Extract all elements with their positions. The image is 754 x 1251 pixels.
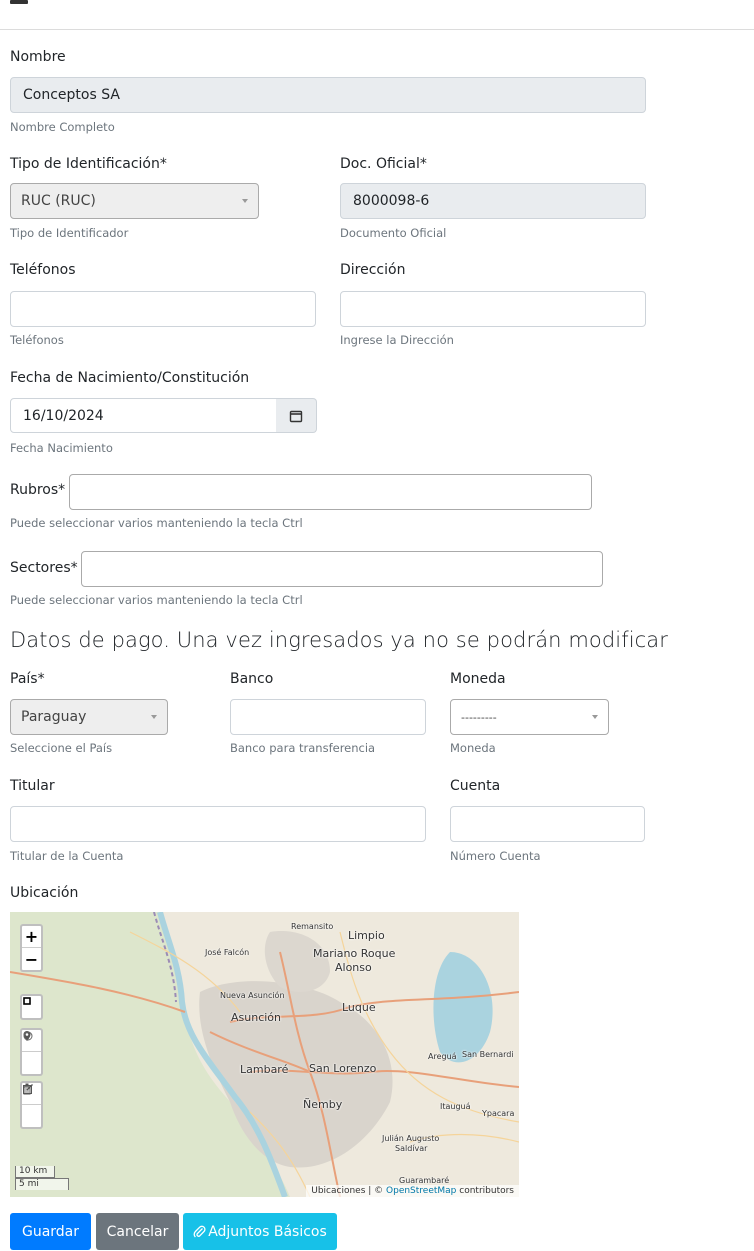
moneda-label: Moneda: [450, 671, 506, 687]
cuenta-input[interactable]: [450, 806, 645, 842]
banco-input[interactable]: [230, 699, 426, 735]
map-place-jose-falcon: José Falcón: [205, 948, 250, 957]
map-place-lambare: Lambaré: [240, 1063, 289, 1076]
pais-help: Seleccione el País: [10, 741, 113, 755]
cancelar-button[interactable]: Cancelar: [96, 1213, 179, 1250]
trash-icon: [23, 1083, 31, 1095]
banco-label: Banco: [230, 671, 274, 687]
chevron-down-icon: [242, 199, 248, 203]
telefonos-label: Teléfonos: [10, 262, 76, 278]
draw-shape-control: [20, 1028, 43, 1076]
map-place-julian: Julián Augusto: [382, 1134, 440, 1143]
tipo-id-value: RUC (RUC): [21, 193, 96, 209]
delete-layers-button[interactable]: [22, 1083, 41, 1127]
map-place-guarambare: Guarambaré: [399, 1176, 450, 1185]
doc-oficial-help: Documento Oficial: [340, 226, 447, 240]
sectores-label: Sectores*: [10, 560, 78, 576]
fecha-value: 16/10/2024: [23, 407, 104, 424]
banco-help: Banco para transferencia: [230, 741, 376, 755]
attribution-suffix: contributors: [456, 1186, 514, 1196]
map-place-san-lorenzo: San Lorenzo: [309, 1062, 377, 1075]
map-place-itaugua: Itauguá: [440, 1102, 471, 1111]
zoom-out-button[interactable]: −: [22, 948, 41, 970]
map-place-limpio: Limpio: [348, 929, 385, 942]
titular-help: Titular de la Cuenta: [10, 849, 124, 863]
pais-select[interactable]: Paraguay: [10, 699, 168, 735]
map-place-ypacarai: Ypacara: [482, 1109, 515, 1118]
telefonos-help: Teléfonos: [10, 333, 64, 347]
tipo-id-label: Tipo de Identificación*: [10, 156, 167, 172]
location-map[interactable]: Remansito Limpio José Falcón Mariano Roq…: [10, 912, 519, 1197]
rectangle-icon: [23, 997, 31, 1005]
rubros-help: Puede seleccionar varios manteniendo la …: [10, 516, 303, 530]
doc-oficial-value: 8000098-6: [353, 193, 430, 209]
sectores-help: Puede seleccionar varios manteniendo la …: [10, 593, 303, 607]
moneda-value: ---------: [461, 710, 497, 724]
telefonos-input[interactable]: [10, 291, 316, 327]
map-place-nemby: Ñemby: [303, 1098, 343, 1111]
direccion-input[interactable]: [340, 291, 646, 327]
adjuntos-label: Adjuntos Básicos: [208, 1223, 327, 1240]
map-place-alonso: Alonso: [335, 961, 372, 974]
edit-control: [20, 1081, 43, 1129]
map-place-mariano: Mariano Roque: [313, 947, 396, 960]
fecha-input[interactable]: 16/10/2024: [10, 398, 277, 433]
top-navbar: [0, 0, 754, 30]
attribution-prefix: Ubicaciones | ©: [311, 1186, 387, 1196]
zoom-in-button[interactable]: +: [22, 926, 41, 948]
nombre-input[interactable]: Conceptos SA: [10, 77, 646, 113]
chevron-down-icon: [151, 715, 157, 719]
tipo-id-select[interactable]: RUC (RUC): [10, 183, 259, 219]
pais-value: Paraguay: [21, 709, 87, 725]
map-place-luque: Luque: [342, 1001, 376, 1014]
direccion-help: Ingrese la Dirección: [340, 333, 454, 347]
circle-icon: [23, 1031, 33, 1041]
map-place-aregua: Areguá: [428, 1052, 457, 1061]
pais-label: País*: [10, 671, 45, 687]
calendar-button[interactable]: [276, 398, 317, 433]
payment-section-title: Datos de pago. Una vez ingresados ya no …: [10, 628, 668, 652]
map-place-san-bernardino: San Bernardi: [462, 1050, 514, 1059]
draw-circle-button[interactable]: [22, 1031, 41, 1074]
scale-km: 10 km: [15, 1166, 55, 1178]
nombre-help: Nombre Completo: [10, 120, 115, 134]
draw-rectangle-control: [20, 994, 43, 1020]
guardar-button[interactable]: Guardar: [10, 1213, 91, 1250]
nombre-value: Conceptos SA: [23, 87, 120, 103]
map-place-saldivar: Saldívar: [395, 1144, 428, 1153]
direccion-label: Dirección: [340, 262, 406, 278]
menu-icon[interactable]: [10, 0, 28, 4]
tipo-id-help: Tipo de Identificador: [10, 226, 129, 240]
calendar-icon: [289, 410, 303, 422]
adjuntos-button[interactable]: Adjuntos Básicos: [183, 1213, 337, 1250]
doc-oficial-label: Doc. Oficial*: [340, 156, 427, 172]
cuenta-help: Número Cuenta: [450, 849, 541, 863]
doc-oficial-input[interactable]: 8000098-6: [340, 183, 646, 219]
map-place-nueva-asuncion: Nueva Asunción: [220, 991, 285, 1000]
fecha-label: Fecha de Nacimiento/Constitución: [10, 370, 250, 386]
fecha-help: Fecha Nacimiento: [10, 441, 113, 455]
ubicacion-label: Ubicación: [10, 885, 79, 901]
titular-input[interactable]: [10, 806, 426, 842]
moneda-help: Moneda: [450, 741, 496, 755]
rubros-label: Rubros*: [10, 482, 66, 498]
chevron-down-icon: [592, 715, 598, 719]
map-place-asuncion: Asunción: [231, 1011, 282, 1024]
titular-label: Titular: [10, 778, 55, 794]
zoom-control: + −: [20, 924, 43, 972]
nombre-label: Nombre: [10, 49, 66, 65]
scale-mi: 5 mi: [15, 1178, 69, 1190]
paperclip-icon: [193, 1225, 206, 1238]
draw-rectangle-button[interactable]: [22, 996, 41, 1018]
cuenta-label: Cuenta: [450, 778, 501, 794]
openstreetmap-link[interactable]: OpenStreetMap: [386, 1186, 456, 1196]
rubros-multiselect[interactable]: [69, 474, 592, 510]
moneda-select[interactable]: ---------: [450, 699, 609, 735]
map-place-remansito: Remansito: [291, 922, 334, 931]
sectores-multiselect[interactable]: [81, 551, 603, 587]
map-attribution: Ubicaciones | © OpenStreetMap contributo…: [306, 1185, 519, 1197]
